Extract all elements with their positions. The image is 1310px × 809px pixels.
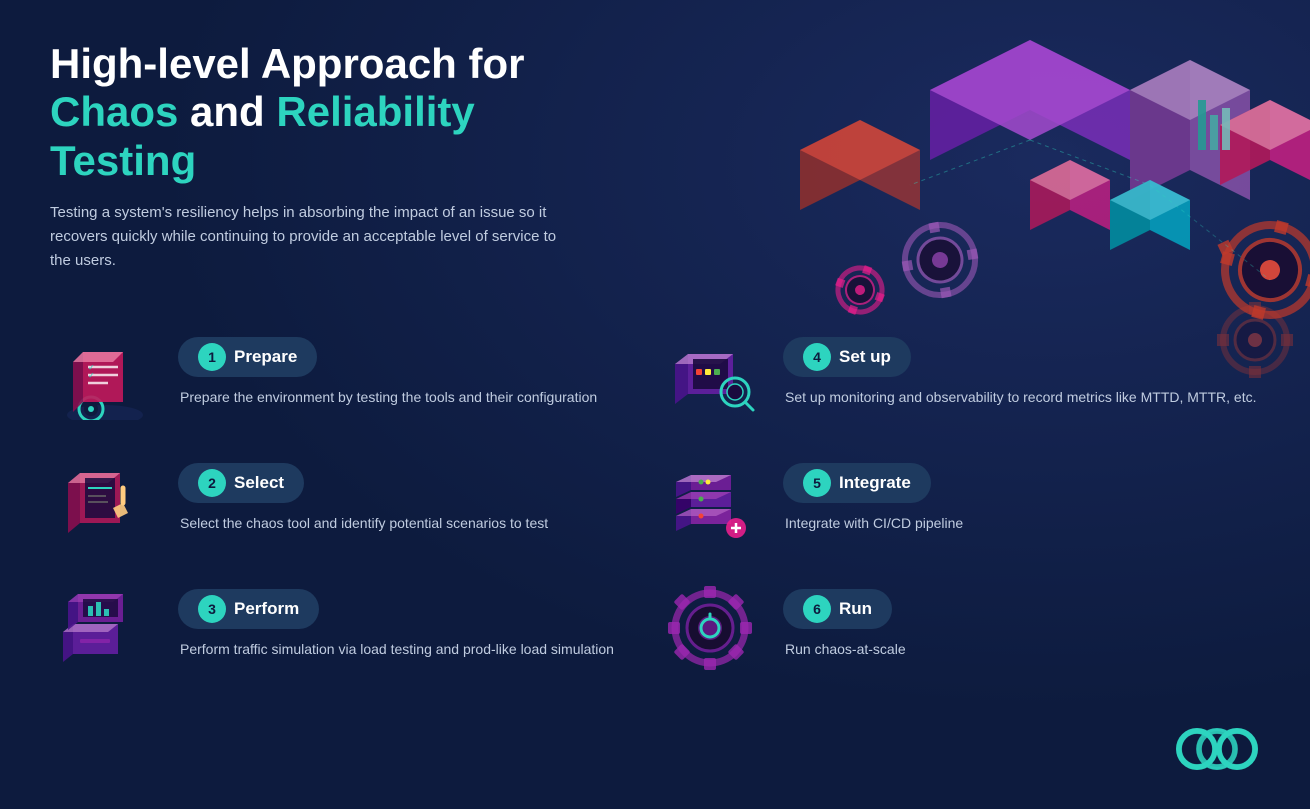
step-5-label: 5 Integrate xyxy=(783,463,1260,503)
step-5-pill: 5 Integrate xyxy=(783,463,931,503)
step-1-content: 1 Prepare Prepare the environment by tes… xyxy=(178,331,655,409)
page-subtitle: Testing a system's resiliency helps in a… xyxy=(50,201,570,273)
step-6-label: 6 Run xyxy=(783,589,1260,629)
step-2-pill: 2 Select xyxy=(178,463,304,503)
step-1-label: 1 Prepare xyxy=(178,337,655,377)
step-3-number: 3 xyxy=(198,595,226,623)
step-6-number: 6 xyxy=(803,595,831,623)
step-6: 6 Run Run chaos-at-scale xyxy=(655,565,1260,691)
step-2-number: 2 xyxy=(198,469,226,497)
step-6-icon xyxy=(655,583,765,673)
title-and: and xyxy=(178,88,276,135)
steps-grid: ✓ ✓ 1 Prepare Prepare the environment by… xyxy=(50,313,1260,691)
title-chaos: Chaos xyxy=(50,88,178,135)
step-5-description: Integrate with CI/CD pipeline xyxy=(785,513,1260,535)
step-2: 2 Select Select the chaos tool and ident… xyxy=(50,439,655,565)
infinity-logo xyxy=(1175,721,1260,776)
step-3-content: 3 Perform Perform traffic simulation via… xyxy=(178,583,655,661)
step-5-number: 5 xyxy=(803,469,831,497)
step-3-label: 3 Perform xyxy=(178,589,655,629)
page-title: High-level Approach for Chaos and Reliab… xyxy=(50,40,610,185)
step-3: 3 Perform Perform traffic simulation via… xyxy=(50,565,655,691)
step-4-description: Set up monitoring and observability to r… xyxy=(785,387,1260,409)
step-1: ✓ ✓ 1 Prepare Prepare the environment by… xyxy=(50,313,655,439)
step-1-icon: ✓ ✓ xyxy=(50,331,160,421)
step-2-title: Select xyxy=(234,473,284,493)
step-5-content: 5 Integrate Integrate with CI/CD pipelin… xyxy=(783,457,1260,535)
step-4-title: Set up xyxy=(839,347,891,367)
step-6-pill: 6 Run xyxy=(783,589,892,629)
step-4-pill: 4 Set up xyxy=(783,337,911,377)
step-4-label: 4 Set up xyxy=(783,337,1260,377)
step-6-title: Run xyxy=(839,599,872,619)
step-4: 4 Set up Set up monitoring and observabi… xyxy=(655,313,1260,439)
step-3-pill: 3 Perform xyxy=(178,589,319,629)
step-1-description: Prepare the environment by testing the t… xyxy=(180,387,655,409)
step-2-icon xyxy=(50,457,160,547)
step-5-title: Integrate xyxy=(839,473,911,493)
step-3-icon xyxy=(50,583,160,673)
step-1-pill: 1 Prepare xyxy=(178,337,317,377)
main-content: High-level Approach for Chaos and Reliab… xyxy=(0,0,1310,731)
step-6-content: 6 Run Run chaos-at-scale xyxy=(783,583,1260,661)
step-1-number: 1 xyxy=(198,343,226,371)
step-4-content: 4 Set up Set up monitoring and observabi… xyxy=(783,331,1260,409)
step-4-number: 4 xyxy=(803,343,831,371)
step-2-description: Select the chaos tool and identify poten… xyxy=(180,513,655,535)
step-3-description: Perform traffic simulation via load test… xyxy=(180,639,655,661)
title-line1: High-level Approach for xyxy=(50,40,525,87)
svg-text:✓: ✓ xyxy=(88,371,95,380)
logo-area xyxy=(1175,721,1260,781)
step-2-content: 2 Select Select the chaos tool and ident… xyxy=(178,457,655,535)
step-4-icon xyxy=(655,331,765,421)
header-section: High-level Approach for Chaos and Reliab… xyxy=(50,40,610,273)
step-3-title: Perform xyxy=(234,599,299,619)
step-5: 5 Integrate Integrate with CI/CD pipelin… xyxy=(655,439,1260,565)
step-5-icon xyxy=(655,457,765,547)
step-2-label: 2 Select xyxy=(178,463,655,503)
step-1-title: Prepare xyxy=(234,347,297,367)
step-6-description: Run chaos-at-scale xyxy=(785,639,1260,661)
